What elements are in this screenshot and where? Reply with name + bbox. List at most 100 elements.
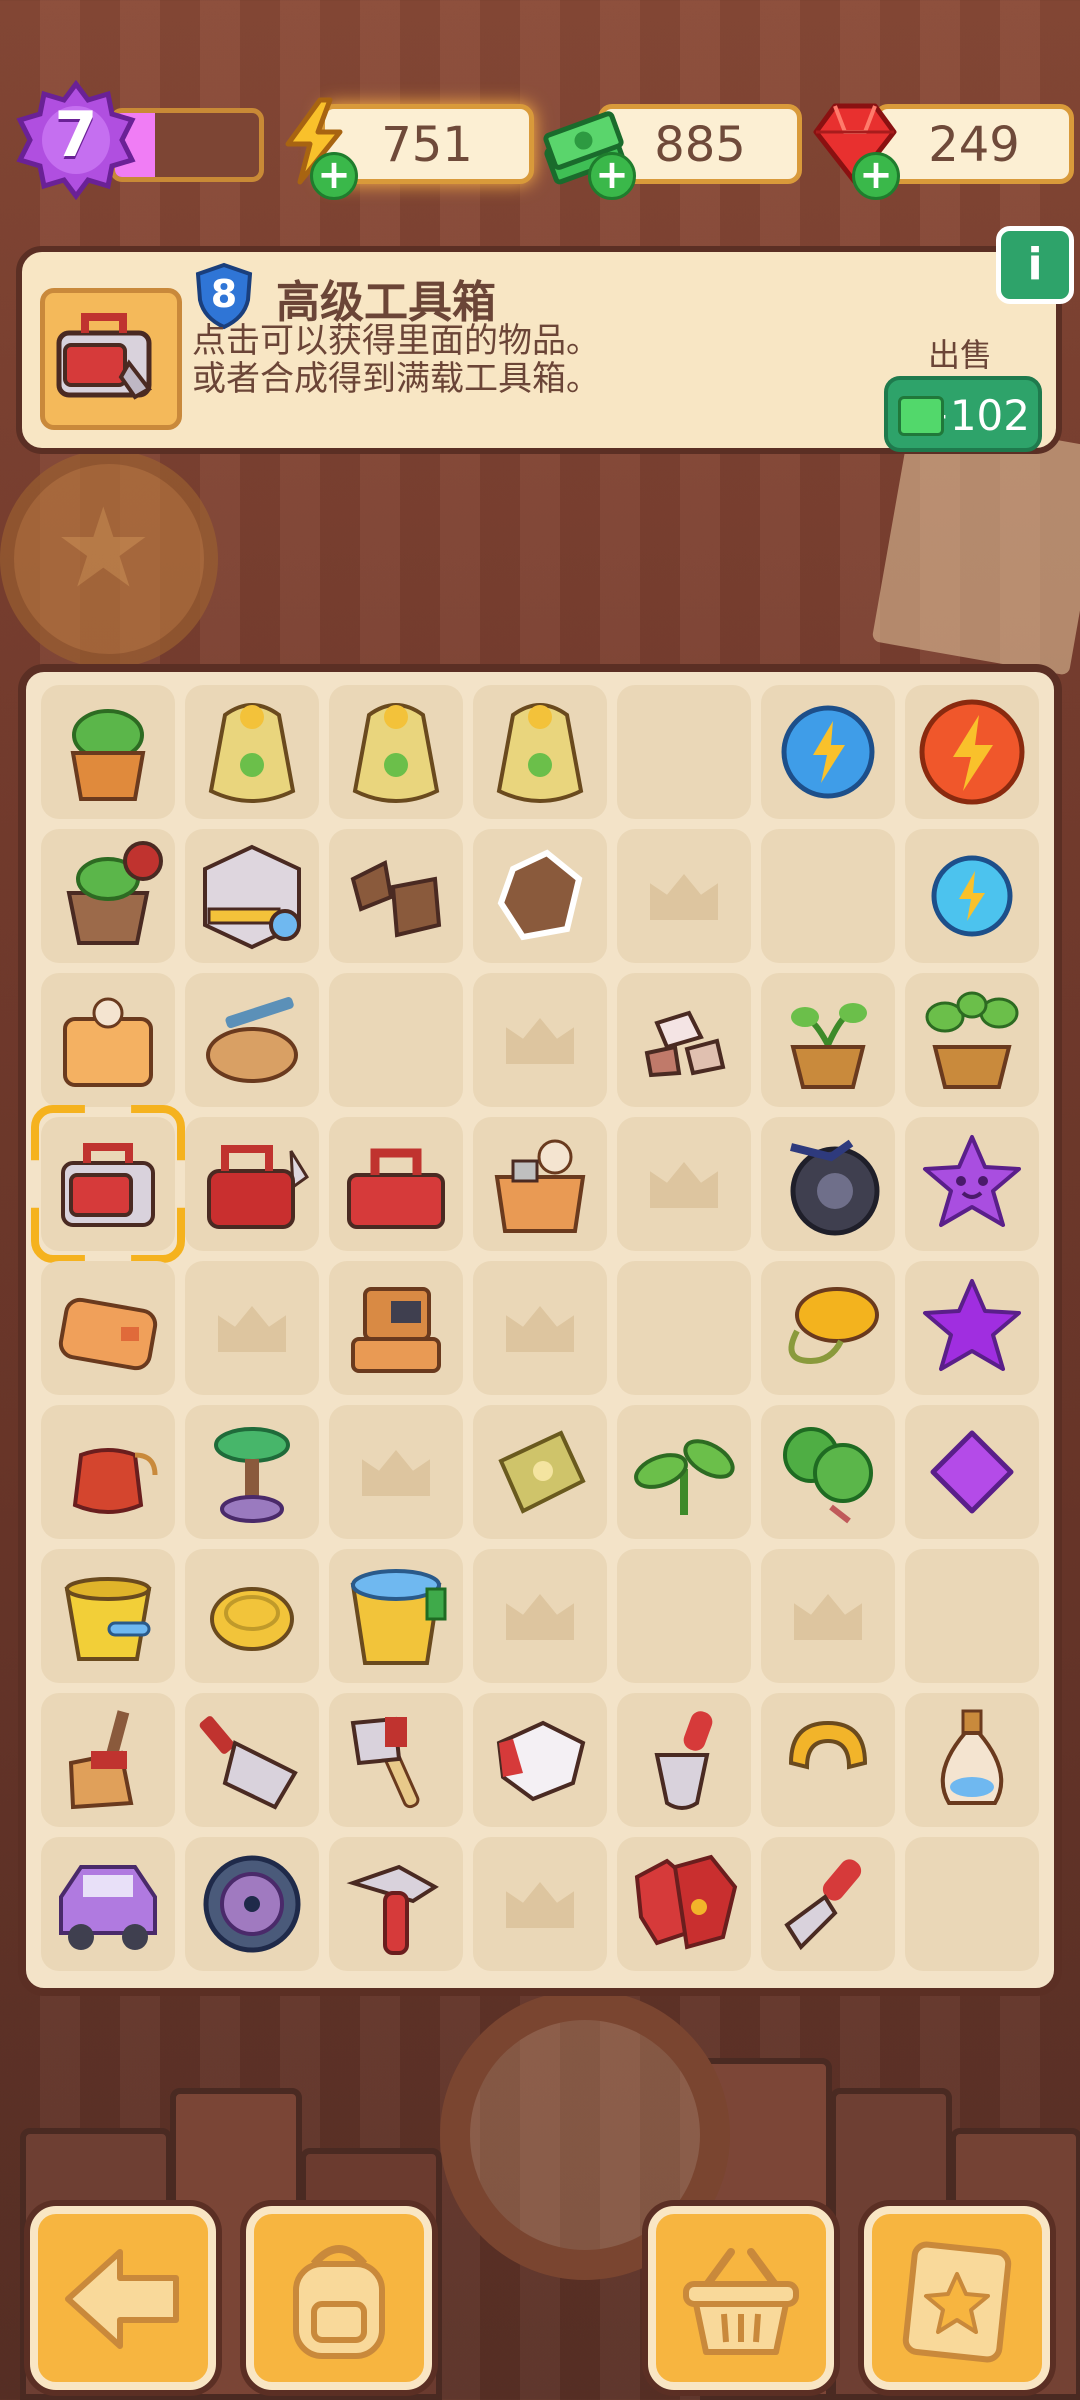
rock-pieces-icon: [644, 1010, 726, 1078]
sell-button[interactable]: +102: [884, 376, 1042, 452]
board-cell-hammer[interactable]: [329, 1837, 463, 1971]
sprout-pot-icon: [790, 1003, 867, 1089]
board-cell-folding-bike[interactable]: [761, 1117, 895, 1251]
board-cell-empty[interactable]: [617, 1261, 751, 1395]
board-cell-seed-sack[interactable]: [329, 685, 463, 819]
cauldron-plant-icon: [66, 841, 163, 945]
board-cell-empty[interactable]: [905, 1549, 1039, 1683]
board-cell-purple-star-face[interactable]: [905, 1117, 1039, 1251]
board-cell-seed-packet[interactable]: [473, 1405, 607, 1539]
board-cell-horseshoe[interactable]: [761, 1693, 895, 1827]
info-button[interactable]: i: [996, 226, 1074, 304]
item-level-shield: 8: [194, 262, 254, 330]
hammer-icon: [346, 1864, 439, 1955]
seed-sack-icon: [208, 703, 296, 803]
add-energy-button[interactable]: +: [310, 152, 358, 200]
board-cell-seed-sack[interactable]: [473, 685, 607, 819]
leaf-sprout-icon: [634, 1439, 735, 1515]
tool-bench-icon: [206, 997, 298, 1083]
board-cell-advanced-toolbox[interactable]: [31, 1105, 185, 1263]
board-cell-broken-pieces[interactable]: [329, 829, 463, 963]
board-cell-red-gloves[interactable]: [617, 1837, 751, 1971]
board-cell-vase[interactable]: [905, 1693, 1039, 1827]
board-cell-bonsai-tree[interactable]: [185, 1405, 319, 1539]
board-cell-bucket-full[interactable]: [329, 1549, 463, 1683]
board-cell-empty[interactable]: [617, 685, 751, 819]
board-cell-locked[interactable]: [473, 1261, 607, 1395]
board-cell-winged-toolbox[interactable]: [185, 1117, 319, 1251]
board-cell-coil-rope[interactable]: [185, 1549, 319, 1683]
wheel-icon: [203, 1855, 301, 1953]
level-badge[interactable]: 7: [16, 79, 136, 201]
add-gems-button[interactable]: +: [852, 152, 900, 200]
board-cell-bucket[interactable]: [41, 1549, 175, 1683]
board-cell-locked[interactable]: [617, 1117, 751, 1251]
board-cell-locked[interactable]: [473, 973, 607, 1107]
board-cell-purple-car[interactable]: [41, 1837, 175, 1971]
board-cell-energy-orb-blue[interactable]: [761, 685, 895, 819]
board-cell-seed-sack[interactable]: [185, 685, 319, 819]
board-cell-sprout-pot[interactable]: [761, 973, 895, 1107]
board-cell-locked[interactable]: [761, 1549, 895, 1683]
board-cell-red-toolbox[interactable]: [329, 1117, 463, 1251]
energy-orb-small-icon: [931, 855, 1013, 937]
board-cell-purple-star[interactable]: [905, 1261, 1039, 1395]
backpack-button[interactable]: [246, 2206, 432, 2390]
board-cell-empty[interactable]: [761, 829, 895, 963]
board-cell-rake[interactable]: [185, 1693, 319, 1827]
board-cell-trowel[interactable]: [617, 1693, 751, 1827]
board-cell-purple-gem[interactable]: [905, 1405, 1039, 1539]
bucket-icon: [64, 1577, 152, 1661]
board-cell-cookie-fragment[interactable]: [473, 829, 607, 963]
board-cell-wallet[interactable]: [41, 1261, 175, 1395]
item-description: 点击可以获得里面的物品。 或者合成得到满载工具箱。: [192, 322, 600, 398]
board-cell-tool-bench[interactable]: [185, 973, 319, 1107]
background-star-seal: [0, 450, 218, 668]
board-cell-yellow-bag[interactable]: [761, 1261, 895, 1395]
purple-star-icon: [923, 1279, 1021, 1371]
board-cell-axe[interactable]: [329, 1693, 463, 1827]
board-cell-pouch[interactable]: [41, 1405, 175, 1539]
board-cell-potted-bush[interactable]: [41, 685, 175, 819]
back-button[interactable]: [30, 2206, 216, 2390]
board-cell-locked[interactable]: [617, 829, 751, 963]
bucket-full-icon: [350, 1569, 447, 1665]
tasks-button[interactable]: [864, 2206, 1050, 2390]
seed-sack-icon: [352, 703, 440, 803]
board-cell-energy-orb-small[interactable]: [905, 829, 1039, 963]
board-cell-bread-box[interactable]: [41, 973, 175, 1107]
board-cell-wheel[interactable]: [185, 1837, 319, 1971]
board-cell-energy-orb-red[interactable]: [905, 685, 1039, 819]
sell-label: 出售: [928, 336, 993, 374]
red-toolbox-icon: [347, 1148, 445, 1229]
board-cell-rock-pieces[interactable]: [617, 973, 751, 1107]
board-cell-locked[interactable]: [185, 1261, 319, 1395]
board-cell-empty[interactable]: [329, 973, 463, 1107]
board-cell-locked[interactable]: [329, 1405, 463, 1539]
board-cell-leaf-sprout[interactable]: [617, 1405, 751, 1539]
coil-rope-icon: [210, 1587, 294, 1651]
purple-gem-icon: [930, 1430, 1014, 1514]
board-cell-box-stack[interactable]: [329, 1261, 463, 1395]
box-stack-icon: [351, 1287, 441, 1373]
board-cell-empty[interactable]: [905, 1837, 1039, 1971]
cash-icon: [898, 396, 944, 436]
basket-button[interactable]: [648, 2206, 834, 2390]
add-cash-button[interactable]: +: [588, 152, 636, 200]
board-cell-glove[interactable]: [473, 1693, 607, 1827]
board-cell-plant-pot[interactable]: [905, 973, 1039, 1107]
board-cell-spatula[interactable]: [761, 1837, 895, 1971]
board-cell-locked[interactable]: [473, 1837, 607, 1971]
board-cell-locked-crate[interactable]: [185, 829, 319, 963]
board-cell-open-box[interactable]: [473, 1117, 607, 1251]
board-cell-broom[interactable]: [41, 1693, 175, 1827]
gems-counter[interactable]: 249: [874, 104, 1074, 184]
board-cell-empty[interactable]: [617, 1549, 751, 1683]
selection-frame: [31, 1105, 185, 1263]
spatula-icon: [784, 1859, 862, 1951]
board-cell-locked[interactable]: [473, 1549, 607, 1683]
board-cell-cauldron-plant[interactable]: [41, 829, 175, 963]
board-cell-leafy-branch[interactable]: [761, 1405, 895, 1539]
trowel-icon: [654, 1711, 713, 1810]
vase-icon: [940, 1709, 1004, 1805]
